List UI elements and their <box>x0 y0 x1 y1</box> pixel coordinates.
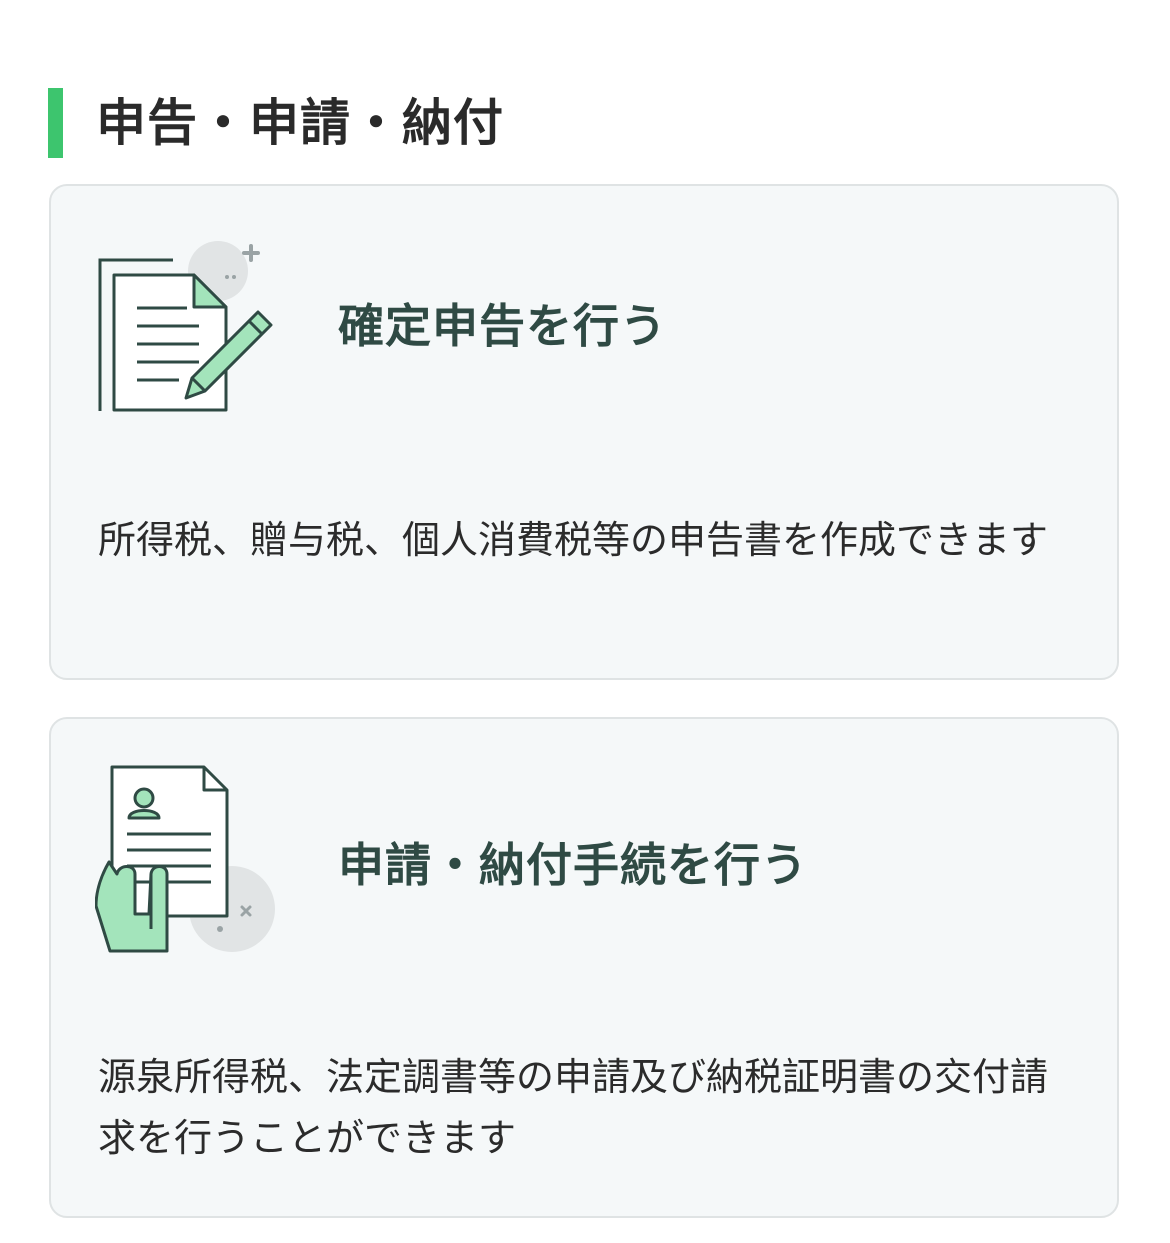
card-description: 所得税、贈与税、個人消費税等の申告書を作成できます <box>98 518 1049 562</box>
section-header: 申告・申請・納付 <box>48 88 504 158</box>
card-title: 確定申告を行う <box>338 299 667 353</box>
hand-holding-document-icon <box>95 765 275 953</box>
section-accent-bar <box>48 88 63 158</box>
card-title: 申請・納付手続を行う <box>338 838 808 892</box>
tax-return-card[interactable]: 確定申告を行う 所得税、贈与税、個人消費税等の申告書を作成できます <box>49 184 1119 680</box>
document-pen-icon <box>98 241 273 412</box>
card-description: 源泉所得税、法定調書等の申請及び納税証明書の交付請求を行うことができます <box>98 1055 1049 1160</box>
section-title: 申告・申請・納付 <box>96 94 504 152</box>
application-payment-card[interactable]: 申請・納付手続を行う 源泉所得税、法定調書等の申請及び納税証明書の交付請求を行う… <box>49 717 1119 1218</box>
